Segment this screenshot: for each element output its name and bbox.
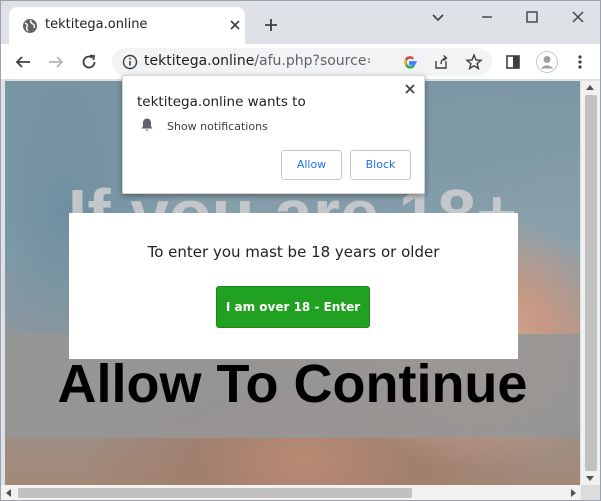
globe-icon — [23, 19, 37, 33]
horizontal-scroll-thumb[interactable] — [18, 488, 412, 498]
scrollbar-corner — [581, 485, 600, 500]
kebab-menu-icon[interactable] — [571, 53, 589, 71]
profile-icon — [537, 52, 557, 72]
window-close-icon[interactable] — [569, 9, 587, 25]
tab-title: tektitega.online — [45, 17, 148, 32]
share-icon[interactable] — [433, 54, 449, 70]
permission-label: Show notifications — [167, 120, 268, 133]
scroll-up-arrow-icon[interactable] — [586, 85, 594, 90]
forward-arrow-icon[interactable] — [47, 53, 65, 71]
url-path: /afu.php?source=1 — [254, 53, 370, 69]
minimize-icon[interactable] — [478, 9, 496, 25]
bookmark-star-icon[interactable] — [465, 53, 483, 71]
plus-icon[interactable] — [263, 17, 279, 33]
popup-title: tektitega.online wants to — [137, 94, 306, 110]
avatar[interactable] — [536, 51, 558, 73]
popup-close-icon[interactable] — [403, 82, 417, 96]
side-panel-icon[interactable] — [504, 53, 522, 71]
bell-icon — [141, 118, 153, 131]
browser-window: tektitega.online tektitega.online/afu.ph… — [0, 0, 601, 501]
url-host: tektitega.online — [144, 53, 255, 69]
maximize-icon[interactable] — [523, 9, 541, 25]
scroll-down-arrow-icon[interactable] — [586, 476, 594, 481]
scroll-left-arrow-icon[interactable] — [6, 489, 11, 497]
notification-permission-popup: tektitega.online wants to Show notificat… — [122, 75, 425, 194]
google-lens-icon[interactable] — [402, 54, 418, 70]
block-button[interactable]: Block — [350, 150, 411, 180]
back-arrow-icon[interactable] — [14, 53, 32, 71]
tab-strip: tektitega.online — [1, 1, 600, 45]
tab-active[interactable]: tektitega.online — [9, 7, 245, 45]
vertical-scroll-thumb[interactable] — [585, 95, 597, 471]
age-prompt: To enter you mast be 18 years or older — [147, 243, 440, 261]
site-info-icon[interactable] — [122, 54, 138, 70]
allow-button[interactable]: Allow — [281, 150, 342, 180]
allow-to-continue-banner: Allow To Continue — [57, 354, 528, 414]
enter-button[interactable]: I am over 18 - Enter — [216, 286, 370, 328]
age-verification-dialog: To enter you mast be 18 years or older I… — [69, 213, 518, 359]
scroll-right-arrow-icon[interactable] — [571, 489, 576, 497]
reload-icon[interactable] — [80, 53, 98, 71]
tab-search-chevron-icon[interactable] — [429, 9, 447, 25]
tab-close-icon[interactable] — [228, 18, 242, 32]
address-bar[interactable]: tektitega.online/afu.php?source=1 — [112, 48, 492, 76]
url-text[interactable]: tektitega.online/afu.php?source=1 — [144, 53, 370, 71]
